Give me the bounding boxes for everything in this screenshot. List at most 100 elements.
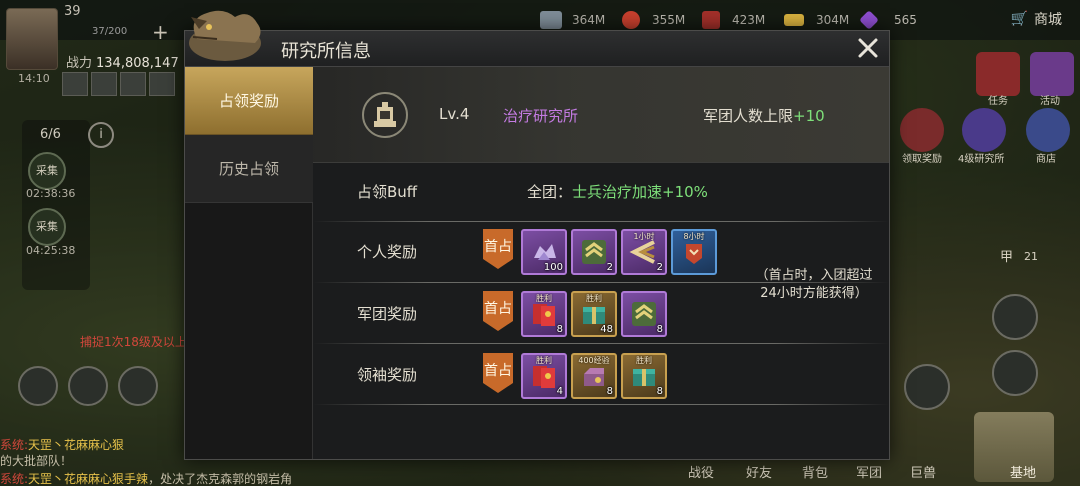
- nav-legion[interactable]: 军团: [856, 462, 882, 481]
- building-info-bar: Lv.4 治疗研究所 军团人数上限+10: [313, 67, 889, 163]
- buff-icon[interactable]: [149, 72, 175, 96]
- reward-item[interactable]: 胜利 8: [521, 291, 567, 337]
- reward-item[interactable]: 100: [521, 229, 567, 275]
- buff-icon[interactable]: [120, 72, 146, 96]
- rank-chevron-icon: [582, 240, 606, 264]
- gather-timer: 02:38:36: [26, 187, 76, 200]
- reward-item[interactable]: 8小时: [671, 229, 717, 275]
- first-occupation-badge-text: 首占: [484, 363, 512, 379]
- building-name: 治疗研究所: [503, 107, 579, 125]
- reward-claim-icon[interactable]: [900, 108, 944, 152]
- gather-button[interactable]: 采集: [28, 208, 66, 246]
- item-count: 4: [556, 386, 563, 397]
- rank-chevron-icon: [632, 302, 656, 326]
- buff-icon[interactable]: [91, 72, 117, 96]
- badge-count: 21: [1024, 250, 1038, 263]
- resource-steel[interactable]: 364M: [540, 10, 605, 30]
- first-occupation-badge-text: 首占: [484, 239, 512, 255]
- power-display: 战力 134,808,147: [66, 52, 179, 71]
- nav-bag[interactable]: 背包: [802, 462, 828, 481]
- nav-campaign[interactable]: 战役: [688, 462, 714, 481]
- row-divider: [313, 221, 889, 222]
- task-icon[interactable]: [976, 52, 1020, 96]
- resource-value: 355M: [652, 13, 686, 27]
- gather-button[interactable]: 采集: [28, 152, 66, 190]
- reward-item[interactable]: 2: [571, 229, 617, 275]
- nav-beast[interactable]: 巨兽: [910, 462, 936, 481]
- item-count: 2: [606, 262, 613, 273]
- tab-content: Lv.4 治疗研究所 军团人数上限+10 占领Buff 全团：士兵治疗加速+10…: [313, 67, 889, 459]
- research-institute-icon[interactable]: [962, 108, 1006, 152]
- chat-message[interactable]: 的大批部队！: [0, 452, 72, 469]
- tools-icon[interactable]: [118, 366, 158, 406]
- resource-value: 423M: [732, 13, 766, 27]
- right-label: 4级研究所: [958, 154, 1005, 165]
- building-level: Lv.4: [439, 105, 470, 123]
- close-button[interactable]: [853, 33, 883, 63]
- red-envelope-icon: [533, 366, 555, 388]
- reward-item[interactable]: 8: [621, 291, 667, 337]
- chat-name: 天罡丶花麻麻心狠: [28, 438, 125, 452]
- queue-panel: [22, 120, 90, 290]
- tab-occupation-rewards[interactable]: 占领奖励: [185, 67, 313, 135]
- cart-icon: 🛒: [1010, 11, 1028, 27]
- research-building-icon: [362, 92, 408, 138]
- info-icon[interactable]: i: [88, 122, 114, 148]
- handshake-icon[interactable]: [904, 364, 950, 410]
- item-count: 8: [606, 386, 613, 397]
- chat-text: 的大批部队！: [0, 454, 73, 468]
- add-stamina-button[interactable]: +: [152, 20, 169, 44]
- stamina-text: 37/200: [92, 26, 128, 37]
- reward-note: （首占时，入团超过24小时方能获得）: [755, 268, 873, 301]
- legion-reward-label: 军团奖励: [357, 305, 418, 323]
- food-icon: [622, 11, 640, 29]
- reward-item[interactable]: 胜利 4: [521, 353, 567, 399]
- dialog-header: 研究所信息: [185, 31, 889, 67]
- reward-item[interactable]: 胜利 48: [571, 291, 617, 337]
- nav-friends[interactable]: 好友: [746, 462, 772, 481]
- resource-food[interactable]: 355M: [622, 10, 685, 30]
- search-icon[interactable]: [68, 366, 108, 406]
- resource-gems[interactable]: 565: [859, 10, 917, 30]
- player-avatar[interactable]: [6, 8, 58, 70]
- resource-gold[interactable]: 304M: [784, 10, 849, 30]
- event-icon[interactable]: [1030, 52, 1074, 96]
- queue-count: 6/6: [40, 127, 61, 142]
- chat-name: 天罡丶花麻麻心狠手辣: [28, 472, 149, 486]
- item-count: 8: [656, 324, 663, 335]
- arrow-up-icon[interactable]: [62, 72, 88, 96]
- store-icon[interactable]: [1026, 108, 1070, 152]
- resource-value: 565: [894, 13, 917, 27]
- resource-value: 364M: [572, 13, 606, 27]
- mail-icon[interactable]: [992, 294, 1038, 340]
- chat-message[interactable]: 系统:天罡丶花麻麻心狠: [0, 436, 124, 453]
- right-label: 活动: [1040, 96, 1060, 107]
- item-count: 8: [556, 324, 563, 335]
- row-divider: [313, 343, 889, 344]
- resource-value: 304M: [816, 13, 850, 27]
- chat-message[interactable]: 系统:天罡丶花麻麻心狠手辣，处决了杰克森郭的钢岩角: [0, 470, 292, 486]
- speedup-arrow-icon: [629, 240, 655, 264]
- buff-icons: [62, 72, 175, 96]
- side-timer: 14:10: [18, 72, 50, 85]
- capture-tip[interactable]: 捕捉1次18级及以上: [80, 333, 187, 350]
- reward-item[interactable]: 1小时 2: [621, 229, 667, 275]
- resource-oil[interactable]: 423M: [702, 10, 765, 30]
- item-count: 2: [656, 262, 663, 273]
- map-pin-icon[interactable]: [18, 366, 58, 406]
- speedup-badge-icon: [686, 244, 702, 264]
- base-label: 基地: [1009, 466, 1036, 481]
- power-label: 战力: [66, 56, 93, 71]
- reward-item[interactable]: 胜利 8: [621, 353, 667, 399]
- item-count: 100: [543, 262, 563, 273]
- right-label: 商店: [1036, 154, 1056, 165]
- alliance-icon[interactable]: [992, 350, 1038, 396]
- first-occupation-badge: 首占: [483, 229, 513, 269]
- shop-button[interactable]: 🛒 商城: [1011, 9, 1062, 29]
- supply-crate-icon: [633, 369, 655, 386]
- tab-occupation-history[interactable]: 历史占领: [185, 135, 313, 203]
- reward-item[interactable]: 400经验 8: [571, 353, 617, 399]
- first-occupation-badge-text: 首占: [484, 301, 512, 317]
- personal-reward-label: 个人奖励: [357, 243, 418, 261]
- dialog-title: 研究所信息: [281, 41, 371, 62]
